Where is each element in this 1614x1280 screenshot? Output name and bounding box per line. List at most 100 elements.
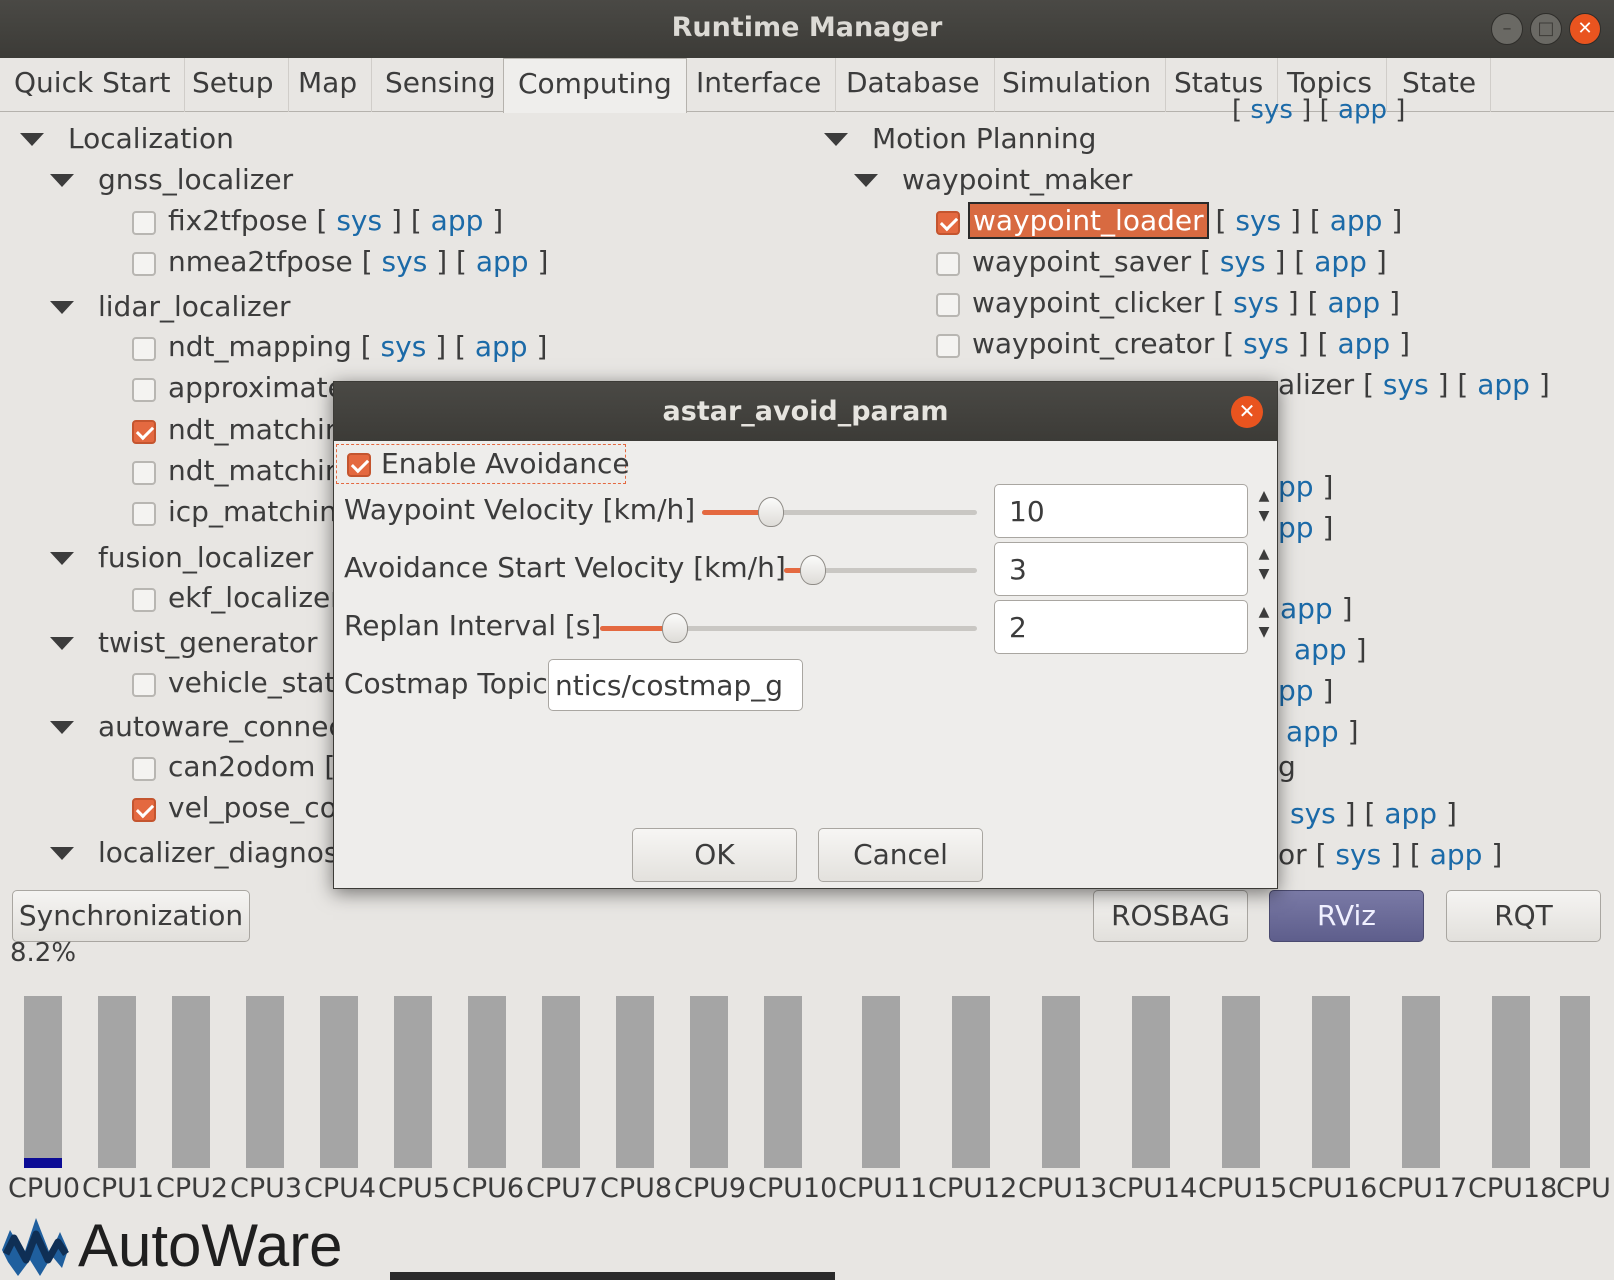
checkbox-ndt-mapping[interactable]	[132, 337, 156, 361]
sys-link[interactable]: sys	[1220, 245, 1266, 278]
app-link[interactable]: app	[475, 330, 528, 363]
minimize-icon[interactable]: –	[1491, 13, 1523, 45]
app-link[interactable]: app	[1294, 633, 1347, 666]
cpu-bar	[1492, 996, 1530, 1168]
avoid-start-velocity-input[interactable]: 3	[994, 542, 1248, 596]
tree-group-lidar-localizer: lidar_localizer	[98, 290, 291, 323]
checkbox-waypoint-clicker[interactable]	[936, 293, 960, 317]
enable-avoidance-checkbox[interactable]	[347, 453, 371, 477]
tab-sensing[interactable]: Sensing	[371, 58, 511, 112]
replan-interval-input[interactable]: 2	[994, 600, 1248, 654]
sys-link[interactable]: sys	[1335, 838, 1381, 871]
waypoint-loader-label[interactable]: waypoint_loader	[968, 202, 1209, 239]
slider-thumb[interactable]	[757, 497, 784, 527]
sys-link[interactable]: sys	[1290, 797, 1336, 830]
slider-thumb[interactable]	[662, 613, 689, 643]
sys-link[interactable]: sys	[336, 204, 382, 237]
app-link[interactable]: app	[1337, 327, 1390, 360]
collapse-arrow-icon[interactable]	[50, 552, 74, 565]
collapse-arrow-icon[interactable]	[50, 174, 74, 187]
rviz-button[interactable]: RViz	[1269, 890, 1424, 942]
checkbox-ndt-matching[interactable]	[132, 420, 156, 444]
app-link[interactable]: app	[476, 245, 529, 278]
tab-interface[interactable]: Interface	[682, 58, 837, 112]
app-link[interactable]: pp	[1278, 470, 1314, 503]
tab-quick-start[interactable]: Quick Start	[0, 58, 186, 112]
cpu-bar	[246, 996, 284, 1168]
close-icon[interactable]: ✕	[1569, 13, 1601, 45]
checkbox-approximate[interactable]	[132, 378, 156, 402]
tree-group-autoware-connector: autoware_connec	[98, 710, 344, 743]
tab-simulation[interactable]: Simulation	[988, 58, 1167, 112]
rosbag-button[interactable]: ROSBAG	[1093, 890, 1248, 942]
cpu-label: CPU10	[748, 1173, 838, 1204]
replan-interval-slider[interactable]	[600, 613, 977, 643]
cancel-button[interactable]: Cancel	[818, 828, 983, 882]
dialog-close-icon[interactable]: ✕	[1231, 396, 1263, 428]
sys-link[interactable]: sys	[382, 245, 428, 278]
sys-link[interactable]: sys	[1233, 286, 1279, 319]
app-link[interactable]: app	[1384, 797, 1437, 830]
checkbox-fix2tfpose[interactable]	[132, 211, 156, 235]
checkbox-can2odom[interactable]	[132, 757, 156, 781]
app-link[interactable]: pp	[1278, 674, 1314, 707]
enable-avoidance-focus[interactable]: Enable Avoidance	[336, 444, 630, 484]
collapse-arrow-icon[interactable]	[50, 637, 74, 650]
tab-map[interactable]: Map	[284, 58, 373, 112]
collapse-arrow-icon[interactable]	[824, 133, 848, 146]
app-link[interactable]: app	[1327, 286, 1380, 319]
slider-thumb[interactable]	[799, 555, 826, 585]
tab-database[interactable]: Database	[832, 58, 995, 112]
checkbox-icp-matching[interactable]	[132, 502, 156, 526]
cpu-bar	[98, 996, 136, 1168]
app-link[interactable]: app	[1330, 204, 1383, 237]
checkbox-nmea2tfpose[interactable]	[132, 252, 156, 276]
cpu-label: CPU3	[230, 1173, 303, 1204]
collapse-arrow-icon[interactable]	[854, 174, 878, 187]
app-link[interactable]: pp	[1278, 511, 1314, 544]
cpu-bar	[952, 996, 990, 1168]
rqt-button[interactable]: RQT	[1446, 890, 1601, 942]
checkbox-ekf-localizer[interactable]	[132, 588, 156, 612]
app-link[interactable]: app	[1338, 95, 1387, 125]
spin-arrows-icon[interactable]: ▲ ▼	[1254, 602, 1274, 654]
checkbox-vel-pose-connect[interactable]	[132, 798, 156, 822]
spin-arrows-icon[interactable]: ▲ ▼	[1254, 486, 1274, 538]
app-link[interactable]: app	[1280, 592, 1333, 625]
app-link[interactable]: app	[431, 204, 484, 237]
synchronization-button[interactable]: Synchronization	[12, 890, 250, 942]
sys-link[interactable]: sys	[381, 330, 427, 363]
sys-link[interactable]: sys	[1383, 368, 1429, 401]
spin-arrows-icon[interactable]: ▲ ▼	[1254, 544, 1274, 596]
sys-link[interactable]: sys	[1235, 204, 1281, 237]
checkbox-waypoint-creator[interactable]	[936, 334, 960, 358]
maximize-icon[interactable]: □	[1530, 13, 1562, 45]
waypoint-velocity-input[interactable]: 10	[994, 484, 1248, 538]
collapse-arrow-icon[interactable]	[50, 301, 74, 314]
tab-computing[interactable]: Computing	[503, 58, 687, 113]
app-link[interactable]: app	[1477, 368, 1530, 401]
costmap-topic-input[interactable]: ntics/costmap_g	[548, 659, 803, 711]
checkbox-ndt-matching-monitor[interactable]	[132, 461, 156, 485]
astar-avoid-param-dialog: astar_avoid_param ✕ Enable Avoidance Way…	[333, 381, 1278, 889]
collapse-arrow-icon[interactable]	[20, 133, 44, 146]
app-link[interactable]: app	[1430, 838, 1483, 871]
waypoint-velocity-slider[interactable]	[702, 497, 977, 527]
dialog-title: astar_avoid_param	[334, 382, 1277, 441]
collapse-arrow-icon[interactable]	[50, 721, 74, 734]
app-link[interactable]: app	[1286, 715, 1339, 748]
ok-button[interactable]: OK	[632, 828, 797, 882]
sys-link[interactable]: sys	[1250, 95, 1292, 125]
avoid-start-velocity-slider[interactable]	[784, 555, 977, 585]
tab-setup[interactable]: Setup	[178, 58, 289, 112]
sys-link[interactable]: sys	[1243, 327, 1289, 360]
collapse-arrow-icon[interactable]	[50, 847, 74, 860]
cpu-label: CPU9	[674, 1173, 747, 1204]
tree-item-clipped-2: pp ]	[1278, 511, 1334, 544]
checkbox-waypoint-loader[interactable]	[936, 211, 960, 235]
tree-group-twist-generator: twist_generator	[98, 626, 318, 659]
app-link[interactable]: app	[1314, 245, 1367, 278]
checkbox-vehicle-status[interactable]	[132, 673, 156, 697]
tree-item-icp-matching: icp_matching	[168, 495, 355, 528]
checkbox-waypoint-saver[interactable]	[936, 252, 960, 276]
